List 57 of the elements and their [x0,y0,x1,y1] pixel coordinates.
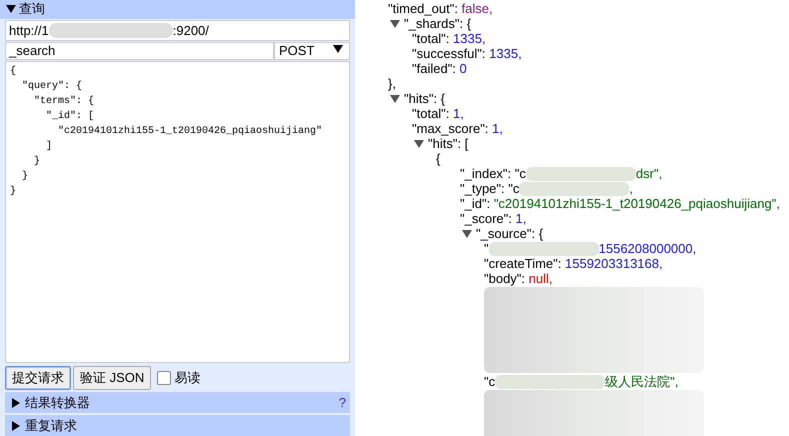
json-key: { [436,151,440,166]
url-field[interactable]: http://1 :9200/ [5,20,350,41]
section-title: 重复请求 [25,416,77,435]
checkbox-label: 易读 [174,369,200,388]
json-key: "total": [412,31,454,46]
json-value: null, [528,271,553,286]
section-header[interactable]: 结果转换器 ? [5,392,350,414]
expand-triangle-icon[interactable] [11,398,21,408]
panel-title: 查询 [19,0,45,18]
json-value: 1556208000000, [598,241,696,256]
json-key: "hits": [ [428,136,468,151]
json-value: 1, [515,211,526,226]
collapse-triangle-icon[interactable] [390,94,400,104]
json-key: "_shards": { [404,16,472,31]
json-key: "body": [484,271,529,286]
json-key: "_source": { [476,226,544,241]
collapse-triangle-icon[interactable] [333,44,343,54]
json-key: "failed": [412,61,460,76]
json-value: "c20194101zhi155-1_t20190426_pqiaoshuijiang", [494,196,780,211]
method-dropdown[interactable]: POST [274,42,350,60]
json-key: "hits": { [404,91,446,106]
json-key: "max_score": [412,121,492,136]
json-key: " [484,241,489,256]
json-key: "createTime": [484,256,565,271]
json-value: 1, [453,106,464,121]
json-key: "successful": [412,46,490,61]
json-value: 1, [492,121,503,136]
json-value: dsr", [636,166,662,181]
checkbox[interactable] [157,371,172,386]
collapse-triangle-icon[interactable] [390,18,400,28]
section-header[interactable]: 重复请求 [5,415,350,436]
json-key: "total": [412,106,454,121]
help-link[interactable]: ? [338,395,346,410]
panel-header[interactable]: 查询 [0,0,355,19]
validate-button[interactable]: 验证 JSON [73,366,152,390]
json-bracket: }, [388,76,396,91]
json-key: "_score": [460,211,516,226]
collapse-triangle-icon[interactable] [414,138,424,148]
json-value: 1559203313168, [565,256,663,271]
collapse-triangle-icon[interactable] [462,228,472,238]
path-field[interactable]: _search [5,42,274,60]
submit-button[interactable]: 提交请求 [5,366,71,390]
collapse-triangle-icon[interactable] [6,4,16,14]
json-key: "_type": "c [460,181,520,196]
json-value: 1335, [453,31,486,46]
json-key: "timed_out": [388,1,462,16]
json-value: 1335, [489,46,522,61]
section-title: 结果转换器 [25,394,90,412]
json-value: false, [462,1,493,16]
request-body-editor[interactable]: { "query": { "terms": { "_id": [ "c20194101zhi155-1_t20190426_pqiaoshuijiang" ] } } } [5,60,350,364]
json-key: "c [484,374,496,389]
json-key: "_id": [460,196,494,211]
json-key: "_index": "c [460,166,526,181]
json-value: 级人民法院", [605,374,678,389]
json-value: , [629,181,633,196]
json-value: 0 [460,61,467,76]
expand-triangle-icon[interactable] [11,420,21,431]
